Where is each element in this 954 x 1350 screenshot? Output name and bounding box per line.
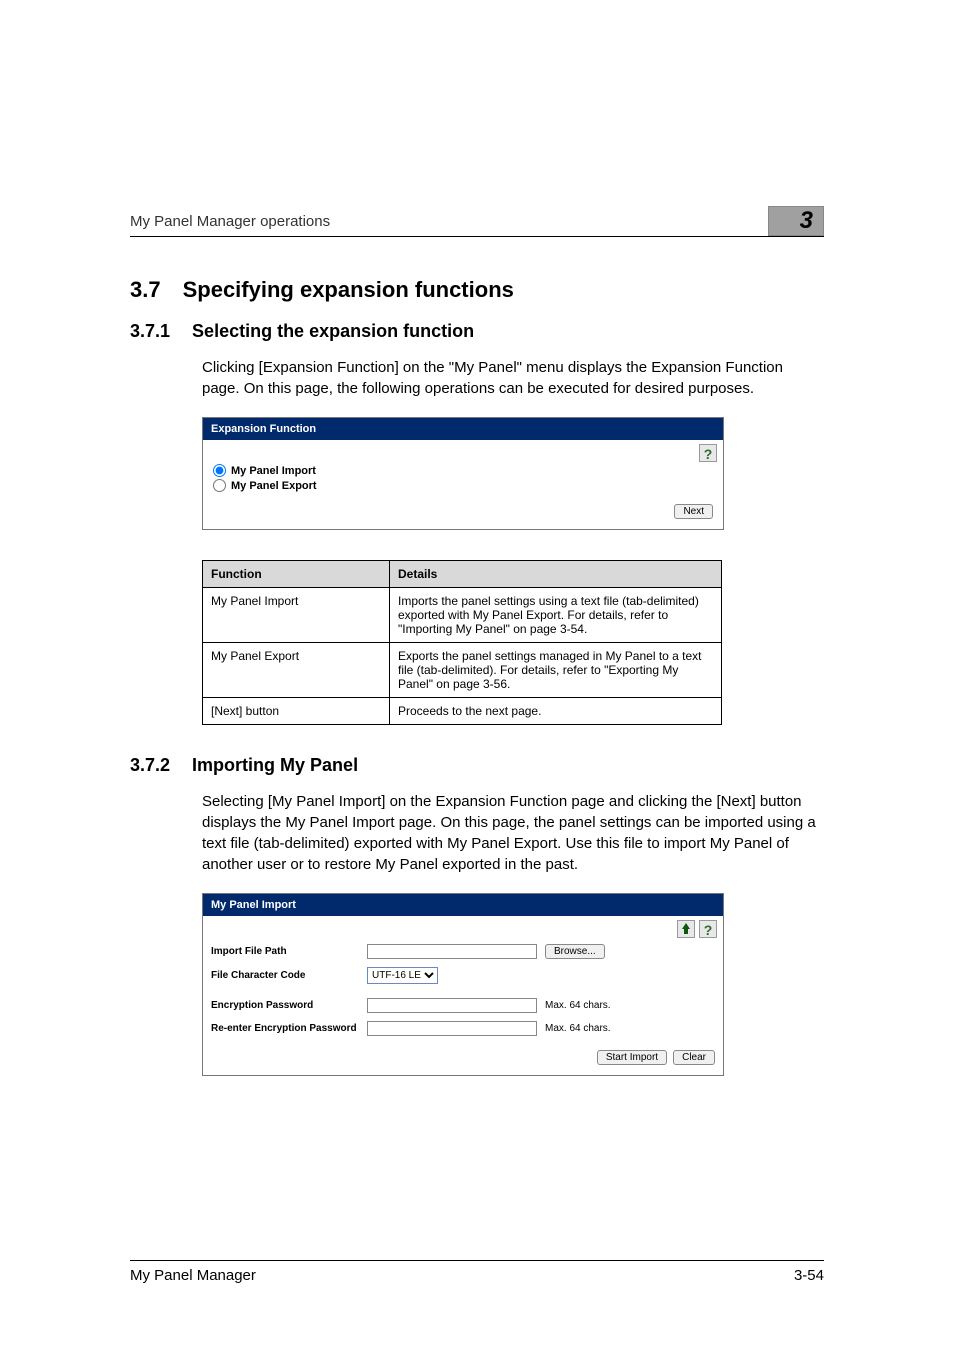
- panel-header: Expansion Function: [203, 418, 723, 440]
- chapter-number-badge: 3: [768, 206, 824, 236]
- table-cell-function: My Panel Import: [203, 588, 390, 643]
- encryption-password-input[interactable]: [367, 998, 537, 1013]
- paragraph-2: Selecting [My Panel Import] on the Expan…: [202, 791, 824, 875]
- expansion-function-screenshot: Expansion Function ? My Panel Import My …: [202, 417, 724, 530]
- table-cell-detail: Exports the panel settings managed in My…: [390, 643, 722, 698]
- help-icon[interactable]: ?: [699, 444, 717, 462]
- reenter-password-input[interactable]: [367, 1021, 537, 1036]
- paragraph-1: Clicking [Expansion Function] on the "My…: [202, 357, 824, 399]
- subsection-heading: 3.7.1 Selecting the expansion function: [130, 321, 824, 342]
- import-file-path-input[interactable]: [367, 944, 537, 959]
- subsection-number: 3.7.1: [130, 321, 170, 342]
- footer-title: My Panel Manager: [130, 1267, 256, 1284]
- label-file-character-code: File Character Code: [211, 970, 359, 981]
- go-up-icon[interactable]: [677, 920, 695, 938]
- table-row: My Panel Import Imports the panel settin…: [203, 588, 722, 643]
- hint-max-chars: Max. 64 chars.: [545, 1000, 611, 1011]
- panel-header: My Panel Import: [203, 894, 723, 916]
- radio-export[interactable]: [213, 479, 226, 492]
- help-icon[interactable]: ?: [699, 920, 717, 938]
- my-panel-import-screenshot: My Panel Import ? Import File Path Brows…: [202, 893, 724, 1076]
- radio-option-import[interactable]: My Panel Import: [213, 464, 713, 477]
- browse-button[interactable]: Browse...: [545, 944, 605, 959]
- table-cell-function: My Panel Export: [203, 643, 390, 698]
- hint-max-chars: Max. 64 chars.: [545, 1023, 611, 1034]
- table-header-details: Details: [390, 561, 722, 588]
- function-details-table: Function Details My Panel Import Imports…: [202, 560, 722, 725]
- subsection-title: Selecting the expansion function: [192, 321, 474, 342]
- table-cell-detail: Proceeds to the next page.: [390, 698, 722, 725]
- next-button[interactable]: Next: [674, 504, 713, 519]
- table-row: [Next] button Proceeds to the next page.: [203, 698, 722, 725]
- section-heading: 3.7 Specifying expansion functions: [130, 277, 824, 303]
- running-header-text: My Panel Manager operations: [130, 213, 330, 230]
- subsection-number: 3.7.2: [130, 755, 170, 776]
- label-encryption-password: Encryption Password: [211, 1000, 359, 1011]
- file-character-code-select[interactable]: UTF-16 LE: [367, 967, 438, 984]
- footer-page-number: 3-54: [794, 1267, 824, 1284]
- table-header-function: Function: [203, 561, 390, 588]
- label-reenter-password: Re-enter Encryption Password: [211, 1023, 359, 1034]
- radio-option-export[interactable]: My Panel Export: [213, 479, 713, 492]
- section-number: 3.7: [130, 277, 161, 303]
- start-import-button[interactable]: Start Import: [597, 1050, 667, 1065]
- radio-export-label: My Panel Export: [231, 480, 317, 492]
- clear-button[interactable]: Clear: [673, 1050, 715, 1065]
- table-cell-function: [Next] button: [203, 698, 390, 725]
- subsection-title: Importing My Panel: [192, 755, 358, 776]
- radio-import[interactable]: [213, 464, 226, 477]
- table-row: My Panel Export Exports the panel settin…: [203, 643, 722, 698]
- running-header: My Panel Manager operations 3: [130, 200, 824, 237]
- subsection-heading: 3.7.2 Importing My Panel: [130, 755, 824, 776]
- page-footer: My Panel Manager 3-54: [130, 1260, 824, 1284]
- table-cell-detail: Imports the panel settings using a text …: [390, 588, 722, 643]
- section-title: Specifying expansion functions: [183, 277, 514, 303]
- label-import-file-path: Import File Path: [211, 946, 359, 957]
- radio-import-label: My Panel Import: [231, 465, 316, 477]
